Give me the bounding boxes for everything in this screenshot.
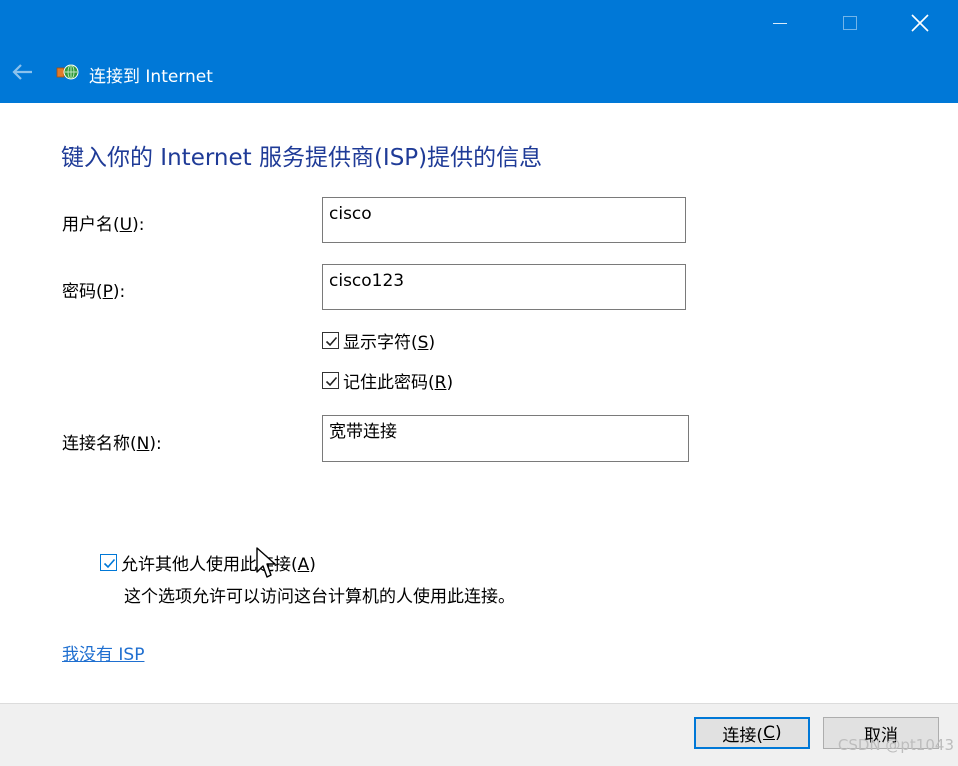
- connection-name-value: 宽带连接: [329, 422, 397, 442]
- no-isp-link[interactable]: 我没有 ISP: [62, 640, 144, 665]
- connection-name-input[interactable]: 宽带连接: [322, 415, 689, 462]
- back-arrow-icon[interactable]: [8, 60, 36, 84]
- checkbox-checked-icon: [100, 554, 117, 571]
- mouse-cursor-icon: [256, 547, 276, 578]
- password-value: cisco123: [329, 271, 405, 291]
- connection-name-label: 连接名称(N):: [62, 434, 162, 454]
- close-button[interactable]: [885, 0, 955, 46]
- title-bar: 连接到 Internet: [0, 0, 958, 103]
- close-icon: [911, 14, 929, 32]
- minimize-icon: [773, 22, 787, 24]
- username-label: 用户名(U):: [62, 215, 145, 235]
- page-heading: 键入你的 Internet 服务提供商(ISP)提供的信息: [61, 145, 543, 171]
- allow-others-label: 允许其他人使用此连接(A): [121, 555, 316, 575]
- username-input[interactable]: cisco: [322, 197, 686, 243]
- remember-password-label: 记住此密码(R): [343, 373, 454, 393]
- show-characters-label: 显示字符(S): [343, 333, 436, 353]
- checkbox-checked-icon: [322, 372, 339, 389]
- network-globe-icon: [56, 64, 79, 80]
- connect-button[interactable]: 连接(C): [694, 717, 810, 749]
- password-input[interactable]: cisco123: [322, 264, 686, 310]
- password-label: 密码(P):: [62, 282, 126, 302]
- remember-password-checkbox[interactable]: 记住此密码(R): [322, 368, 453, 393]
- button-bar: [0, 703, 958, 766]
- checkbox-checked-icon: [322, 332, 339, 349]
- allow-others-description: 这个选项允许可以访问这台计算机的人使用此连接。: [124, 587, 515, 607]
- username-value: cisco: [329, 204, 372, 224]
- window-title: 连接到 Internet: [89, 67, 213, 87]
- maximize-button[interactable]: [815, 0, 885, 46]
- allow-others-checkbox[interactable]: 允许其他人使用此连接(A): [100, 550, 316, 575]
- watermark-text: CSDN @pt1043: [837, 736, 954, 754]
- show-characters-checkbox[interactable]: 显示字符(S): [322, 328, 435, 353]
- maximize-icon: [843, 16, 857, 30]
- minimize-button[interactable]: [745, 0, 815, 46]
